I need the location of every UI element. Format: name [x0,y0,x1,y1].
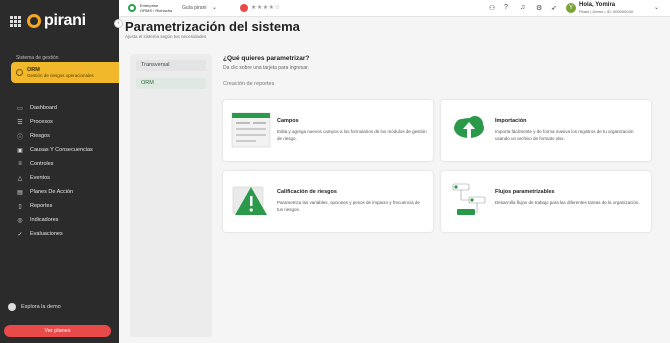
sidebar-item-label: Evaluaciones [30,231,63,237]
section-question-sub: Da clic sobre una tarjeta para ingresar. [223,65,309,71]
bell-icon[interactable]: ♫ [520,4,525,11]
tab-orm[interactable]: ORM [136,78,206,89]
card-campos[interactable]: Campos Edita y agrega nuevos campos a lo… [223,100,433,161]
card-title: Importación [495,118,527,124]
cloud-upload-icon [454,116,484,140]
company-selector[interactable]: Enterprise ORMS / Riohacha [128,3,172,13]
list-icon: ☰ [17,119,23,126]
sidebar-item-label: Planes De Acción [30,189,74,195]
pirani-badge-icon [240,4,248,12]
help-icon[interactable]: ? [504,4,508,11]
card-description: Desarrolla flujos de trabajo para las di… [495,200,640,205]
sidebar-item-controles[interactable]: ≡ Controles [16,157,93,171]
card-title: Calificación de riesgos [277,189,337,195]
company-icon [128,4,136,13]
sidebar-item-causas[interactable]: ▣ Causas Y Consecuencias [16,143,93,157]
sidebar-nav: ▭ Dashboard ☰ Procesos ⓘ Riesgos ▣ Causas Y … [16,101,93,241]
explore-icon [8,303,16,311]
rocket-icon[interactable]: ➶ [551,4,557,12]
document-icon: ▯ [18,203,22,210]
gear-icon[interactable]: ⚙ [536,4,542,12]
pirani-logo-icon [27,14,41,28]
workflow-icon [452,183,486,215]
card-title: Flujos parametrizables [495,189,555,195]
sidebar-item-dashboard[interactable]: ▭ Dashboard [16,101,93,115]
card-description: Importa fácilmente y de forma masiva los… [495,129,634,141]
chevron-down-icon[interactable]: ⌄ [212,4,217,11]
module-selector[interactable]: ORM Gestión de riesgos operacionales [11,62,119,83]
sidebar-item-riesgos[interactable]: ⓘ Riesgos [16,129,93,143]
book-icon: ▣ [17,147,23,154]
logo-row: pirani [10,12,86,30]
explore-label: Explora la demo [21,304,61,310]
alert-circle-icon: ⓘ [16,134,23,141]
module-subtitle: Gestión de riesgos operacionales [27,73,94,79]
sidebar-item-procesos[interactable]: ☰ Procesos [16,115,93,129]
sidebar: pirani Sistema de gestión ORM Gestión de… [0,0,119,343]
sliders-icon: ≡ [18,161,22,167]
warning-icon: △ [17,175,23,182]
topbar: Enterprise ORMS / Riohacha Guía pirani ⌄… [119,0,670,17]
logo-text: pirani [44,12,86,29]
sidebar-item-label: Eventos [30,175,50,181]
user-id: Pirani | Demo • ID: 00000004X [579,9,634,14]
card-importacion[interactable]: Importación Importa fácilmente y de form… [441,100,651,161]
risk-warning-icon [232,186,267,215]
explore-demo-link[interactable]: Explora la demo [8,303,61,311]
section-question: ¿Qué quieres parametrizar? [223,55,310,62]
collapse-sidebar-icon[interactable]: ‹ [114,19,123,28]
avatar[interactable]: Y [566,3,576,13]
sidebar-item-label: Reportes [30,203,53,209]
card-description: Edita y agrega nuevos campos a los formu… [277,129,427,141]
checklist-icon: ✓ [17,231,23,238]
rating-stars-icon[interactable]: ★★★★☆ [251,4,280,11]
page-title: Parametrización del sistema [125,19,300,34]
sidebar-item-label: Causas Y Consecuencias [30,147,93,153]
tabs-panel: Transversal ORM [130,54,212,337]
user-greeting: Hola, Yomira [579,2,616,8]
module-icon [16,69,23,76]
apps-grid-icon[interactable] [10,15,21,27]
card-calificacion-riesgos[interactable]: Calificación de riesgos Parametriza las … [223,171,433,232]
tab-transversal[interactable]: Transversal [136,60,206,71]
section-label: Sistema de gestión [16,55,59,61]
sidebar-item-eventos[interactable]: △ Eventos [16,171,93,185]
add-user-icon[interactable]: ⚇ [489,4,495,12]
chevron-down-icon[interactable]: ⌄ [654,4,659,11]
sidebar-item-label: Riesgos [30,133,50,139]
sidebar-item-indicadores[interactable]: ◎ Indicadores [16,213,93,227]
monitor-icon: ▭ [17,105,23,112]
group-label: Creación de reportes [223,81,275,87]
sidebar-item-label: Procesos [30,119,53,125]
guide-dropdown[interactable]: Guía pirani [182,5,206,11]
sidebar-item-planes[interactable]: ▤ Planes De Acción [16,185,93,199]
view-plans-button[interactable]: Ver planes [4,325,111,337]
card-flujos-parametrizables[interactable]: Flujos parametrizables Desarrolla flujos… [441,171,651,232]
page-subtitle: Ajusta el sistema según tus necesidades [125,34,207,39]
sidebar-item-label: Indicadores [30,217,59,223]
sidebar-item-label: Controles [30,161,54,167]
module-title: ORM [27,66,40,73]
card-title: Campos [277,118,299,124]
sidebar-item-evaluaciones[interactable]: ✓ Evaluaciones [16,227,93,241]
clipboard-icon: ▤ [17,189,23,196]
company-sub: ORMS / Riohacha [140,8,173,14]
sidebar-item-label: Dashboard [30,105,57,111]
card-description: Parametriza las variables, opciones y pe… [277,200,420,212]
sidebar-item-reportes[interactable]: ▯ Reportes [16,199,93,213]
form-fields-icon [231,112,271,148]
target-icon: ◎ [17,217,23,224]
